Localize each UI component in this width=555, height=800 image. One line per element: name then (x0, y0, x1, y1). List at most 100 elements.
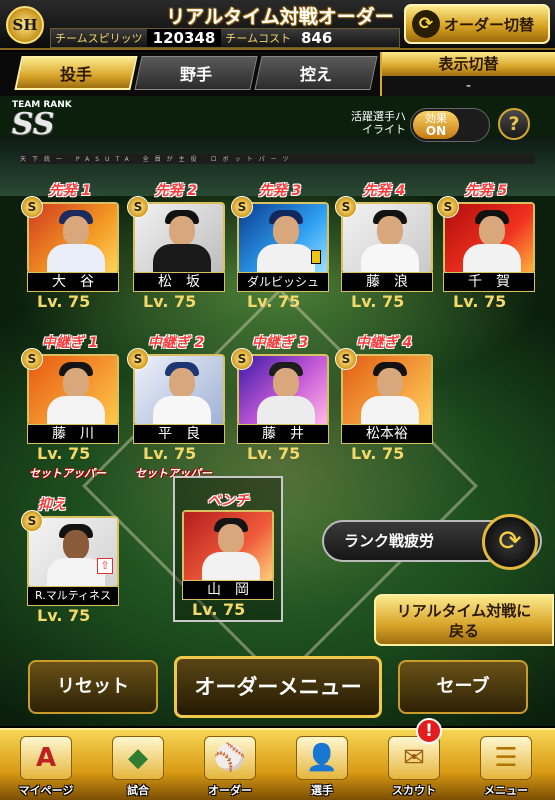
effect-toggle-knob: 効果 ON (413, 111, 459, 139)
effect-toggle[interactable]: 効果 ON (410, 108, 490, 142)
player-level: Lv. 75 (143, 444, 197, 463)
nav-scout[interactable]: ✉ スカウト (370, 732, 458, 800)
tab-reserve[interactable]: 控え (254, 56, 378, 90)
tab-label: 控え (299, 65, 332, 84)
rarity-badge-icon: S (335, 196, 357, 218)
player-level: Lv. 75 (192, 600, 246, 619)
order-switch-button[interactable]: ⟳ オーダー切替 (404, 4, 550, 44)
player-level: Lv. 75 (37, 292, 91, 311)
player-name: 藤 浪 (341, 272, 433, 292)
player-name: 千 賀 (443, 272, 535, 292)
menu-icon: ☰ (480, 736, 532, 780)
player-card-reliever-1[interactable]: S 藤 川 Lv. 75 セットアッパー (21, 348, 119, 480)
nav-label: マイページ (18, 784, 74, 797)
player-level: Lv. 75 (247, 292, 301, 311)
nav-players[interactable]: 👤 選手 (278, 732, 366, 800)
player-card-starter-1[interactable]: S 大 谷 Lv. 75 (21, 196, 119, 314)
team-cost-label: チームコスト (225, 32, 291, 45)
rarity-badge-icon: S (21, 196, 43, 218)
nav-label: 選手 (311, 784, 333, 797)
tab-pitcher[interactable]: 投手 (14, 56, 138, 90)
help-button[interactable]: ? (498, 108, 530, 140)
player-level: Lv. 75 (453, 292, 507, 311)
display-switch-label: 表示切替 (382, 52, 555, 76)
team-rank-value: SS (12, 107, 55, 142)
highlight-label: 活躍選手ハイライト (351, 110, 406, 136)
nav-label: オーダー (208, 784, 252, 797)
player-card-reliever-4[interactable]: S 松本裕 Lv. 75 (335, 348, 433, 466)
player-card-starter-4[interactable]: S 藤 浪 Lv. 75 (335, 196, 433, 314)
rank-fatigue-label: ランク戦疲労 (344, 532, 435, 550)
player-level: Lv. 75 (351, 444, 405, 463)
nav-menu[interactable]: ☰ メニュー (462, 732, 550, 800)
baseball-icon: ⚾ (204, 736, 256, 780)
nav-mypage[interactable]: A マイページ (2, 732, 90, 800)
scout-alert-badge: ! (416, 718, 442, 744)
nav-label: スカウト (392, 784, 436, 797)
player-name: 大 谷 (27, 272, 119, 292)
baseball-field: 天下統一 PASUTA 全員が主役 ロボットパーツ TEAM RANK SS 活… (0, 96, 555, 726)
stadium-icon: ◆ (112, 736, 164, 780)
team-spirit-value: 120348 (146, 29, 222, 47)
slot-label: ベンチ (207, 493, 249, 509)
player-name: 松 坂 (133, 272, 225, 292)
refresh-icon: ⟳ (482, 514, 538, 570)
player-level: Lv. 75 (351, 292, 405, 311)
player-icon: 👤 (296, 736, 348, 780)
player-card-starter-2[interactable]: S 松 坂 Lv. 75 (127, 196, 225, 314)
player-name: 藤 川 (27, 424, 119, 444)
rank-fatigue-button[interactable]: ランク戦疲労 ⟳ (322, 514, 542, 570)
tab-label: 投手 (59, 65, 92, 84)
player-name: R.マルティネス (27, 586, 119, 606)
player-card-bench[interactable]: 山 岡 Lv. 75 (182, 510, 274, 622)
display-switch-button[interactable]: 表示切替 - (380, 52, 555, 98)
tab-fielder[interactable]: 野手 (134, 56, 258, 90)
player-name: 松本裕 (341, 424, 433, 444)
back-line-2: 戻る (448, 622, 479, 640)
team-rank: TEAM RANK SS (12, 100, 72, 140)
player-card-closer[interactable]: S ⇧ R.マルティネス Lv. 75 (21, 510, 119, 628)
nav-label: 試合 (127, 784, 149, 797)
player-card-starter-5[interactable]: S 千 賀 Lv. 75 (437, 196, 535, 314)
rarity-badge-icon: S (335, 348, 357, 370)
reset-button[interactable]: リセット (28, 660, 158, 714)
player-level: Lv. 75 (37, 606, 91, 625)
save-button[interactable]: セーブ (398, 660, 528, 714)
team-cost-value: 846 (300, 29, 333, 47)
mypage-icon: A (20, 736, 72, 780)
rarity-badge-icon: S (21, 348, 43, 370)
team-spirit-label: チームスピリッツ (55, 32, 143, 45)
player-level: Lv. 75 (143, 292, 197, 311)
nav-order[interactable]: ⚾ オーダー (186, 732, 274, 800)
refresh-icon: ⟳ (412, 10, 440, 38)
rarity-badge-icon: S (21, 510, 43, 532)
order-switch-label: オーダー切替 (444, 15, 535, 34)
rarity-badge-icon: S (437, 196, 459, 218)
team-logo-icon: SH (6, 6, 44, 44)
bottom-nav: A マイページ ◆ 試合 ⚾ オーダー 👤 選手 ✉ スカウト ☰ メニュー (0, 728, 555, 800)
player-name: 山 岡 (182, 580, 274, 600)
rarity-badge-icon: S (231, 196, 253, 218)
action-bar: リセット オーダーメニュー セーブ (0, 654, 555, 724)
nav-match[interactable]: ◆ 試合 (94, 732, 182, 800)
player-card-reliever-3[interactable]: S 藤 井 Lv. 75 (231, 348, 329, 466)
player-portrait (182, 510, 274, 582)
player-name: 平 良 (133, 424, 225, 444)
header-bar: SH リアルタイム対戦オーダー チームスピリッツ 120348 チームコスト 8… (0, 0, 555, 50)
player-name: ダルビッシュ (237, 272, 329, 292)
back-line-1: リアルタイム対戦に (396, 602, 532, 620)
rarity-badge-icon: S (231, 348, 253, 370)
order-menu-button[interactable]: オーダーメニュー (174, 656, 382, 718)
role-label: セットアッパー (29, 467, 106, 480)
player-level: Lv. 75 (37, 444, 91, 463)
team-stats-bar: チームスピリッツ 120348 チームコスト 846 (50, 28, 400, 48)
rarity-badge-icon: S (127, 196, 149, 218)
effect-state: ON (425, 124, 447, 138)
rarity-badge-icon: S (127, 348, 149, 370)
back-to-realtime-button[interactable]: リアルタイム対戦に 戻る (374, 594, 554, 646)
nav-label: メニュー (484, 784, 528, 797)
player-name: 藤 井 (237, 424, 329, 444)
stadium-banner: 天下統一 PASUTA 全員が主役 ロボットパーツ (20, 154, 535, 164)
player-card-starter-3[interactable]: S ダルビッシュ Lv. 75 (231, 196, 329, 314)
player-card-reliever-2[interactable]: S 平 良 Lv. 75 セットアッパー (127, 348, 225, 480)
